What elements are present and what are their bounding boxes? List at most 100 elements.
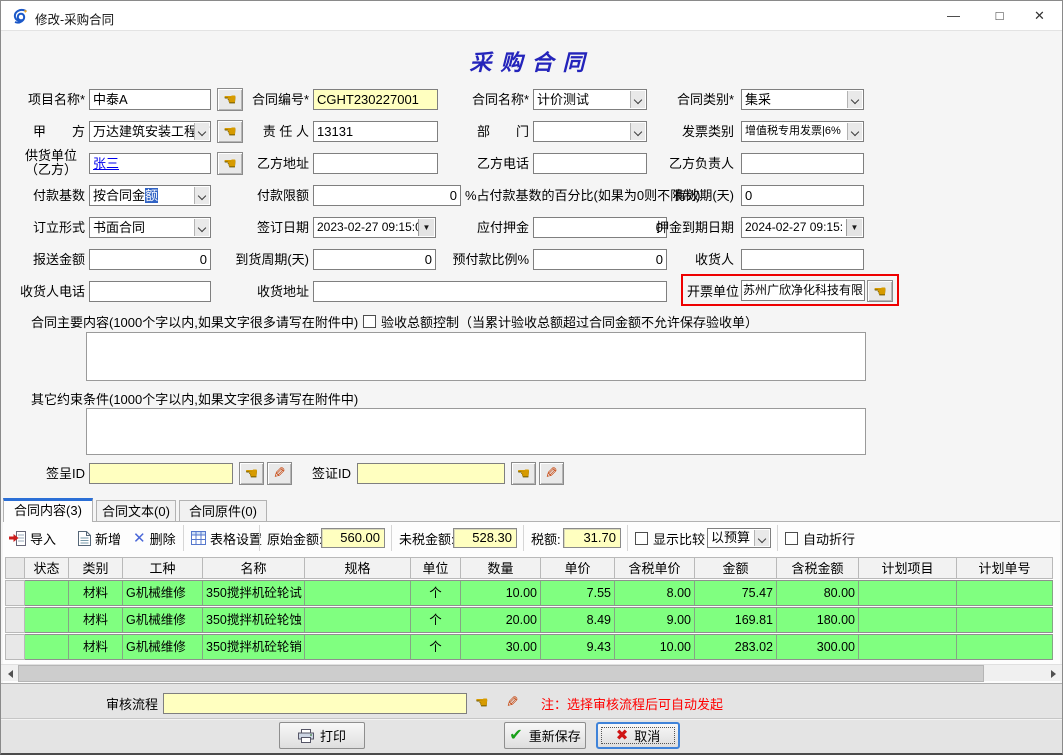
col-price: 单价 (541, 557, 615, 579)
delete-row-button[interactable]: ✕ 删除 (133, 528, 176, 548)
contract-no-input[interactable]: CGHT230227001 (313, 89, 438, 110)
qianzheng-id-input[interactable] (357, 463, 505, 484)
party-b-address-input[interactable] (313, 153, 438, 174)
calendar-dropdown-button[interactable]: ▼ (418, 219, 434, 236)
tab-contract-text[interactable]: 合同文本(0) (96, 500, 176, 522)
calendar-dropdown-button[interactable]: ▼ (846, 219, 862, 236)
col-status: 状态 (25, 557, 69, 579)
qiancheng-id-input[interactable] (89, 463, 233, 484)
department-select[interactable] (533, 121, 647, 142)
tab-contract-original[interactable]: 合同原件(0) (179, 500, 267, 522)
other-terms-textarea[interactable] (86, 408, 866, 455)
row-indicator[interactable] (5, 580, 25, 606)
receive-address-input[interactable] (313, 281, 667, 302)
invoice-type-select[interactable]: 增值税专用发票|6% (741, 121, 864, 142)
contract-type-select[interactable]: 集采 (741, 89, 864, 110)
close-button[interactable]: ✕ (1017, 1, 1062, 31)
receiver-phone-input[interactable] (89, 281, 211, 302)
footer-divider (1, 718, 1062, 720)
chevron-down-icon[interactable] (194, 123, 209, 140)
chevron-down-icon[interactable] (754, 530, 769, 546)
horizontal-scrollbar[interactable] (1, 664, 1062, 681)
title-bar[interactable]: 修改-采购合同 — □ ✕ (1, 1, 1062, 31)
chevron-down-icon[interactable] (847, 123, 862, 140)
party-b-manager-input[interactable] (741, 153, 864, 174)
responsible-label: 责 任 人 (221, 123, 309, 140)
compare-mode-select[interactable]: 以预算 (707, 528, 771, 548)
chevron-down-icon[interactable] (194, 187, 209, 204)
show-compare-checkbox[interactable] (635, 532, 648, 545)
table-row[interactable]: 材料 G机械维修 350搅拌机砼轮蚀 个 20.00 8.49 9.00 169… (5, 607, 1053, 633)
supplier-input[interactable]: 张三 (89, 153, 211, 174)
col-plan-no: 计划单号 (957, 557, 1053, 579)
form-type-select[interactable]: 书面合同 (89, 217, 211, 238)
maximize-button[interactable]: □ (977, 1, 1022, 31)
scroll-left-button[interactable] (1, 665, 18, 682)
scroll-right-button[interactable] (1045, 665, 1062, 682)
show-compare-label[interactable]: 显示比较 (653, 528, 705, 548)
auto-wrap-label[interactable]: 自动折行 (803, 528, 855, 548)
col-name: 名称 (203, 557, 305, 579)
print-button[interactable]: 打印 (279, 722, 365, 749)
import-icon (9, 531, 26, 546)
receiver-input[interactable] (741, 249, 864, 270)
qianzheng-picker-button[interactable]: ☚ (511, 462, 536, 485)
import-button[interactable]: 导入 (9, 528, 56, 548)
table-grid-icon (191, 531, 206, 545)
right-arrow-icon (1051, 670, 1060, 678)
acceptance-control-label[interactable]: 验收总额控制（当累计验收总额超过合同金额不允许保存验收单） (381, 314, 758, 331)
sign-date-picker[interactable]: 2023-02-27 09:15:0▼ (313, 217, 436, 238)
party-a-select[interactable]: 万达建筑安装工程有 (89, 121, 211, 142)
invoice-unit-input[interactable]: 苏州广欣净化科技有限 (741, 280, 865, 301)
main-content-textarea[interactable] (86, 332, 866, 381)
payment-base-select[interactable]: 按合同金额 (89, 185, 211, 206)
auto-wrap-checkbox[interactable] (785, 532, 798, 545)
payment-limit-input[interactable]: 0 (313, 185, 461, 206)
hand-select-icon: ☚ (873, 284, 886, 299)
deposit-due-label: 押金到期日期 (641, 219, 734, 236)
qiancheng-edit-button[interactable]: ✎ (267, 462, 292, 485)
pencil-icon: ✎ (545, 466, 558, 481)
responsible-input[interactable]: 13131 (313, 121, 438, 142)
other-terms-label: 其它约束条件(1000个字以内,如果文字很多请写在附件中) (31, 391, 358, 408)
receiver-phone-label: 收货人电话 (9, 283, 85, 300)
project-name-input[interactable]: 中泰A (89, 89, 211, 110)
delivery-cycle-input[interactable]: 0 (313, 249, 436, 270)
tab-contract-content[interactable]: 合同内容(3) (3, 498, 93, 522)
col-work-type: 工种 (123, 557, 203, 579)
row-indicator[interactable] (5, 634, 25, 660)
party-b-phone-input[interactable] (533, 153, 647, 174)
invoice-unit-picker-button[interactable]: ☚ (867, 280, 893, 302)
table-settings-button[interactable]: 表格设置 (191, 528, 262, 548)
chevron-down-icon[interactable] (847, 91, 862, 108)
report-amount-label: 报送金额 (9, 251, 85, 268)
contract-name-select[interactable]: 计价测试 (533, 89, 647, 110)
hand-select-icon: ☚ (517, 466, 530, 481)
contract-no-label: 合同编号* (221, 91, 309, 108)
review-flow-input[interactable] (163, 693, 467, 714)
row-indicator[interactable] (5, 607, 25, 633)
acceptance-control-checkbox[interactable] (363, 315, 376, 328)
deposit-label: 应付押金 (441, 219, 529, 236)
resave-button[interactable]: ✔ 重新保存 (504, 722, 586, 749)
review-flow-edit-icon[interactable]: ✎ (506, 695, 519, 710)
table-row[interactable]: 材料 G机械维修 350搅拌机砼轮试 个 10.00 7.55 8.00 75.… (5, 580, 1053, 606)
qianzheng-edit-button[interactable]: ✎ (539, 462, 564, 485)
minimize-button[interactable]: — (931, 1, 976, 31)
cancel-button[interactable]: ✖ 取消 (596, 722, 680, 749)
invoice-unit-label: 开票单位 (687, 283, 739, 300)
qiancheng-picker-button[interactable]: ☚ (239, 462, 264, 485)
app-logo-icon (12, 8, 29, 25)
valid-days-input[interactable]: 0 (741, 185, 864, 206)
add-row-button[interactable]: 新增 (78, 528, 121, 548)
col-unit: 单位 (411, 557, 461, 579)
report-amount-input[interactable]: 0 (89, 249, 211, 270)
chevron-down-icon[interactable] (194, 219, 209, 236)
form-type-label: 订立形式 (9, 219, 85, 236)
project-name-label: 项目名称* (9, 91, 85, 108)
review-flow-picker-icon[interactable]: ☚ (475, 695, 488, 710)
table-row[interactable]: 材料 G机械维修 350搅拌机砼轮销 个 30.00 9.43 10.00 28… (5, 634, 1053, 660)
deposit-due-picker[interactable]: 2024-02-27 09:15:▼ (741, 217, 864, 238)
scrollbar-thumb[interactable] (18, 665, 984, 682)
toolbar-separator (259, 525, 260, 551)
